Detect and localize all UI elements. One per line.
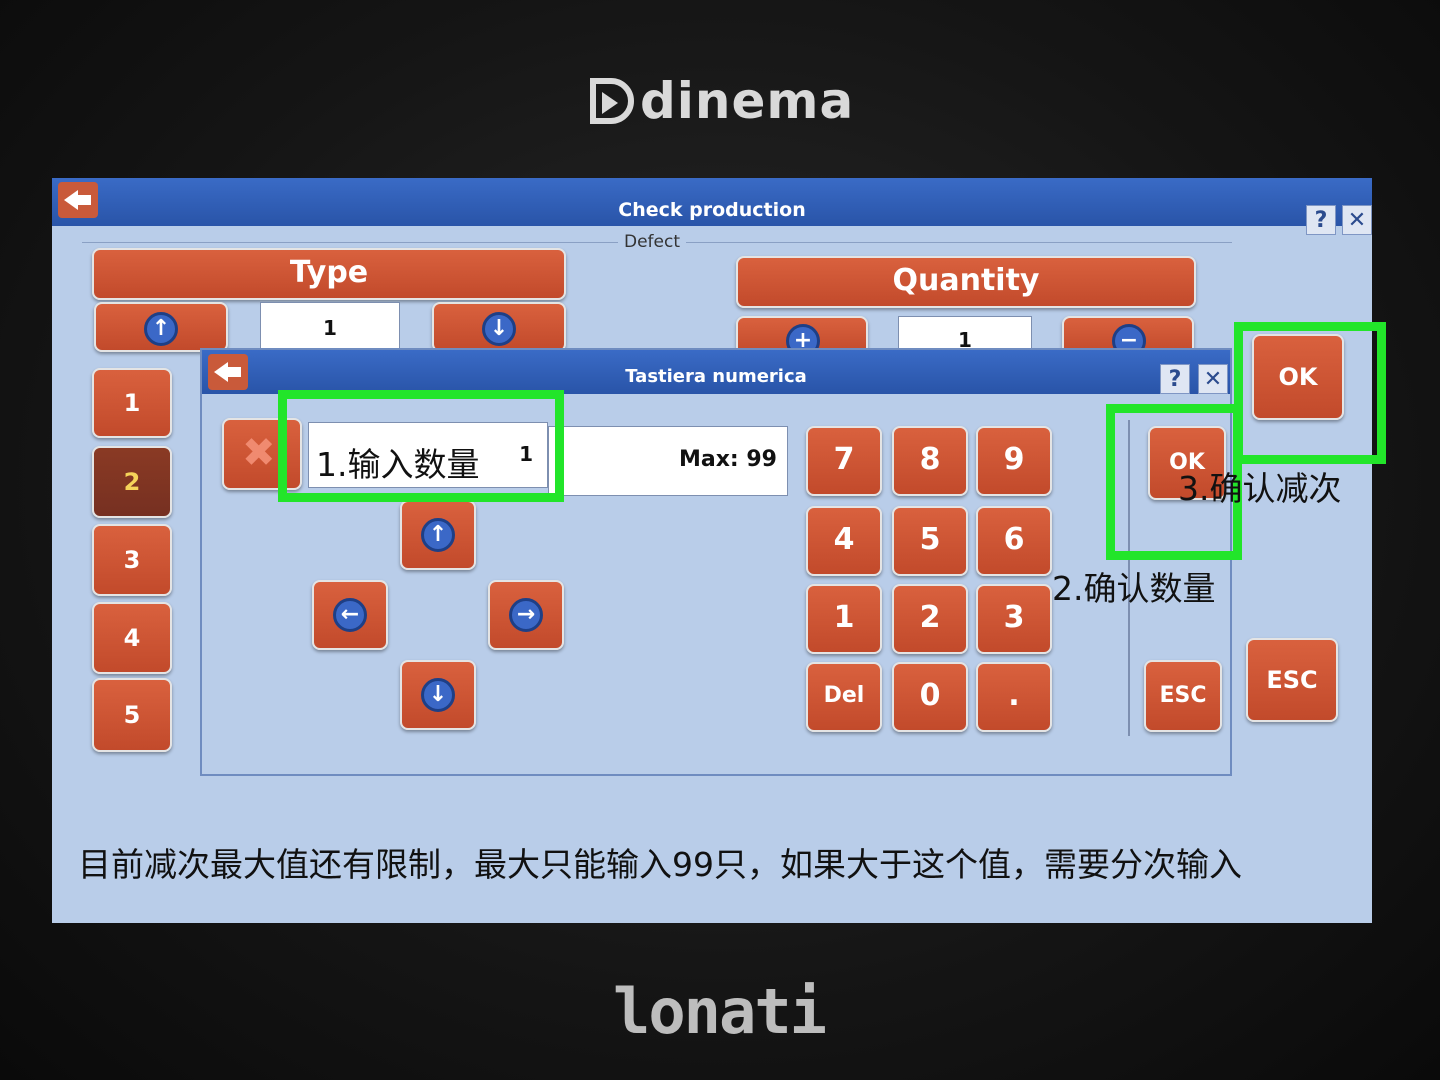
quantity-label: Quantity	[892, 263, 1040, 298]
key-9[interactable]: 9	[976, 426, 1052, 496]
cursor-down-button[interactable]: ↓	[400, 660, 476, 730]
key-8[interactable]: 8	[892, 426, 968, 496]
list-item-3[interactable]: 3	[92, 524, 172, 596]
key-2[interactable]: 2	[892, 584, 968, 654]
key-1[interactable]: 1	[806, 584, 882, 654]
help-button[interactable]: ?	[1306, 205, 1336, 235]
key-dot[interactable]: .	[976, 662, 1052, 732]
clear-x-icon: ✖	[242, 430, 276, 476]
type-down-button[interactable]: ↓	[432, 302, 566, 352]
key-5[interactable]: 5	[892, 506, 968, 576]
key-del[interactable]: Del	[806, 662, 882, 732]
cursor-up-button[interactable]: ↑	[400, 500, 476, 570]
annotation-box-step3	[1234, 322, 1386, 464]
main-esc-button[interactable]: ESC	[1246, 638, 1338, 722]
key-6[interactable]: 6	[976, 506, 1052, 576]
dialog-help-button[interactable]: ?	[1160, 364, 1190, 394]
dialog-esc-button[interactable]: ESC	[1144, 660, 1222, 732]
arrow-down-icon: ↓	[482, 312, 516, 346]
lonati-logo: lonati	[613, 975, 827, 1048]
cursor-right-icon: →	[509, 598, 543, 632]
key-7[interactable]: 7	[806, 426, 882, 496]
close-button[interactable]: ✕	[1342, 205, 1372, 235]
dialog-back-arrow-icon[interactable]	[208, 354, 248, 390]
back-arrow-icon[interactable]	[58, 182, 98, 218]
type-value-field[interactable]: 1	[260, 302, 400, 352]
type-up-button[interactable]: ↑	[94, 302, 228, 352]
dinema-logo-mark	[590, 78, 634, 124]
list-item-5[interactable]: 5	[92, 678, 172, 752]
annotation-step3: 3.确认减次	[1178, 469, 1342, 508]
defect-group-label: Defect	[618, 232, 687, 252]
cursor-left-icon: ←	[333, 598, 367, 632]
type-label: Type	[289, 255, 369, 290]
list-item-1[interactable]: 1	[92, 368, 172, 438]
type-header-button[interactable]: Type	[92, 248, 566, 300]
dialog-title: Tastiera numerica	[625, 366, 807, 387]
cursor-right-button[interactable]: →	[488, 580, 564, 650]
dialog-close-button[interactable]: ✕	[1198, 364, 1228, 394]
key-4[interactable]: 4	[806, 506, 882, 576]
cursor-up-icon: ↑	[421, 518, 455, 552]
annotation-step2: 2.确认数量	[1052, 569, 1216, 608]
cursor-left-button[interactable]: ←	[312, 580, 388, 650]
window-titlebar: Check production	[52, 178, 1372, 226]
key-0[interactable]: 0	[892, 662, 968, 732]
window-title: Check production	[618, 199, 806, 221]
max-value-field: Max: 99	[548, 426, 788, 496]
list-item-4[interactable]: 4	[92, 602, 172, 674]
annotation-step1: 1.输入数量	[316, 445, 480, 484]
quantity-header-button[interactable]: Quantity	[736, 256, 1196, 308]
dialog-titlebar: Tastiera numerica	[202, 350, 1230, 394]
annotation-note: 目前减次最大值还有限制，最大只能输入99只，如果大于这个值，需要分次输入	[78, 845, 1242, 884]
list-item-2-selected[interactable]: 2	[92, 446, 172, 518]
dinema-logo: dinema	[590, 66, 870, 136]
dinema-logo-text: dinema	[640, 72, 855, 130]
arrow-up-icon: ↑	[144, 312, 178, 346]
key-3[interactable]: 3	[976, 584, 1052, 654]
cursor-down-icon: ↓	[421, 678, 455, 712]
